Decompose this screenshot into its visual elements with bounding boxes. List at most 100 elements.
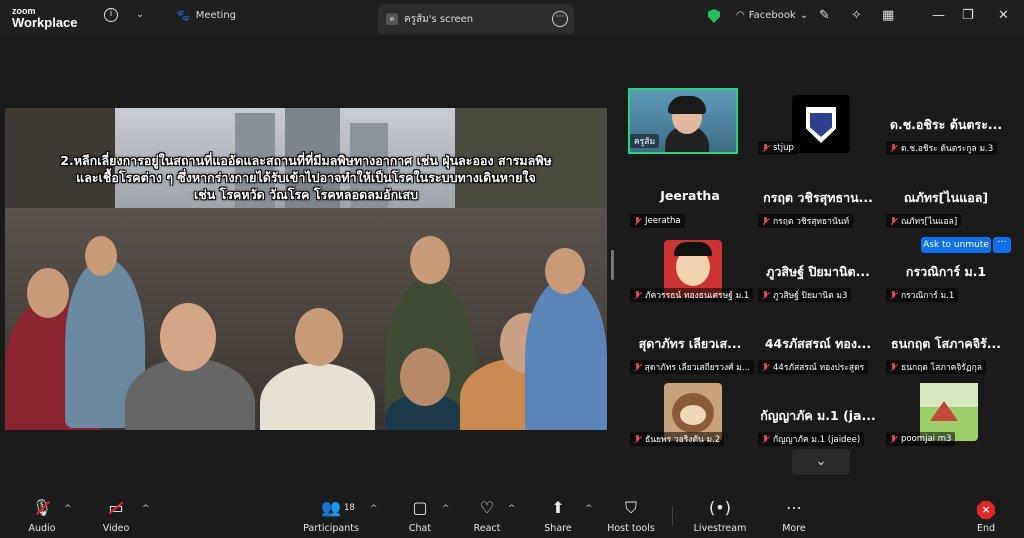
participant-tile[interactable]: stjup <box>756 95 880 165</box>
participant-tile[interactable]: ภูวสิษฐ์ ปิยมานิต... ภูวสิษฐ์ ปิยมานิต ม… <box>756 242 880 312</box>
more-label: More <box>782 523 806 534</box>
end-meeting-button[interactable]: × End <box>966 497 1006 534</box>
share-button[interactable]: ⬆ Share <box>538 497 578 534</box>
participant-tile[interactable]: กัญญาภัค ม.1 (ja... กัญญาภัค ม.1 (jaidee… <box>756 386 880 456</box>
participant-name: กรฤต วชิรสุทธานันท์ <box>773 217 850 227</box>
react-options-caret-icon[interactable]: ^ <box>508 504 516 514</box>
participant-name-tag: ภูวสิษฐ์ ปิยมานิต ม3 <box>758 288 852 302</box>
caption-line: เช่น โรคหวัด วัณโรค โรคหลอดลมอักเสบ <box>193 187 419 202</box>
participant-tile[interactable]: ครูส้ม <box>612 88 738 165</box>
participant-name: กรวณิการ์ ม.1 <box>901 291 955 301</box>
participant-display-name: ธนกฤต โสภาคจิรั... <box>890 336 1002 351</box>
mic-muted-icon <box>890 143 897 153</box>
mic-muted-icon <box>890 362 897 372</box>
participant-name: ธนกฤต โสภาคจิรัฏกุล <box>901 363 982 373</box>
audio-button[interactable]: 🎙 Audio <box>22 497 62 534</box>
livestream-icon: (•) <box>709 498 731 517</box>
participant-tile[interactable]: ธนกฤต โสภาคจิรั... ธนกฤต โสภาคจิรัฏกุล <box>884 314 1008 384</box>
participant-name-tag: Jeeratha <box>630 214 685 228</box>
layout-view-icon[interactable]: ▦ <box>882 8 894 23</box>
video-options-caret-icon[interactable]: ^ <box>142 504 150 514</box>
participants-button[interactable]: 👥 18 Participants <box>302 497 360 534</box>
shared-screen[interactable]: 2.หลีกเลี่ยงการอยู่ในสถานที่แออัดและสถาน… <box>5 108 607 430</box>
meeting-tab[interactable]: 🐾 Meeting <box>176 9 236 22</box>
share-screen-icon: ⬆ <box>551 498 565 517</box>
participant-tile[interactable]: Jeeratha Jeeratha <box>628 168 752 238</box>
end-label: End <box>976 523 996 534</box>
participant-display-name: กัญญาภัค ม.1 (ja... <box>760 408 876 423</box>
participant-tile[interactable]: กรวณิการ์ ม.1 กรวณิการ์ ม.1 <box>884 242 1008 312</box>
paw-icon: 🐾 <box>176 9 190 22</box>
more-options-icon[interactable]: ··· <box>552 11 568 27</box>
participant-display-name: ภูวสิษฐ์ ปิยมานิต... <box>766 264 870 279</box>
participant-display-name: กรวณิการ์ ม.1 <box>905 264 987 279</box>
react-label: React <box>473 523 501 534</box>
react-button[interactable]: ♡ React <box>467 497 507 534</box>
participant-tile[interactable]: ด.ช.อชิระ ต้นตระ... ด.ช.อชิระ ต้นตระกูล … <box>884 95 1008 165</box>
audio-options-caret-icon[interactable]: ^ <box>64 504 72 514</box>
participant-display-name: 44รภัสสรณ์ ทอง... <box>764 336 872 351</box>
participant-name-tag: กรฤต วชิรสุทธานันท์ <box>758 214 854 228</box>
mic-muted-icon <box>634 434 641 444</box>
participant-tile[interactable]: 44รภัสสรณ์ ทอง... 44รภัสสรณ์ ทองประสูตร <box>756 314 880 384</box>
share-options-caret-icon[interactable]: ^ <box>585 504 593 514</box>
participants-options-caret-icon[interactable]: ^ <box>370 504 378 514</box>
person-face <box>295 308 343 366</box>
participant-name-tag: ด.ช.อชิระ ต้นตระกูล ม.3 <box>886 141 998 155</box>
participant-tile[interactable]: ณภัทร[ไนแอล] ณภัทร[ไนแอล] <box>884 168 1008 238</box>
minimize-icon[interactable]: — <box>932 8 945 23</box>
chat-button[interactable]: ▢ Chat <box>400 497 440 534</box>
chevron-down-icon: ⌄ <box>799 10 809 21</box>
school-crest-avatar <box>792 95 850 153</box>
participant-name-tag: สุดาภัทร เลียวเสถียรวงศ์ ม... <box>630 360 754 374</box>
person-face <box>85 236 117 276</box>
heart-icon: ♡ <box>479 498 495 517</box>
video-button[interactable]: ▭ Video <box>96 497 136 534</box>
livestream-button[interactable]: (•) Livestream <box>692 497 748 534</box>
caption-line: และเชื้อโรคต่าง ๆ ซึ่งหากร่างกายได้รับเข… <box>76 170 536 185</box>
mic-muted-icon <box>890 290 897 300</box>
more-button[interactable]: ⋯ More <box>774 497 814 534</box>
participant-tile[interactable]: poomjai m3 <box>884 383 1008 456</box>
screen-share-tab[interactable]: ค ครูส้ม's screen ··· <box>378 4 574 34</box>
close-icon[interactable]: ✕ <box>998 8 1009 23</box>
ellipsis-icon: ⋯ <box>786 498 802 517</box>
mic-muted-icon <box>890 434 897 444</box>
mic-muted-icon <box>890 216 897 226</box>
annotate-pen-icon[interactable]: ✎ <box>819 8 830 23</box>
participant-name: ครูส้ม <box>634 137 656 147</box>
sparkle-ai-icon[interactable]: ✧ <box>851 8 862 23</box>
participant-display-name: กรฤต วชิรสุทธาน... <box>763 190 873 205</box>
livestream-facebook-menu[interactable]: ◠ Facebook ⌄ <box>736 10 808 21</box>
participant-display-name: Jeeratha <box>660 188 720 203</box>
restore-window-icon[interactable]: ❐ <box>962 8 974 23</box>
gallery-next-page-button[interactable]: ⌄ <box>792 449 850 475</box>
participant-tile[interactable]: ภัควรรธน์ ทองธนเศรษฐ์ ม.1 <box>628 240 754 312</box>
participant-name: Jeeratha <box>645 216 681 226</box>
participant-name-tag: ภัควรรธน์ ทองธนเศรษฐ์ ม.1 <box>630 288 754 302</box>
participant-name-tag: ธนกฤต โสภาคจิรัฏกุล <box>886 360 986 374</box>
participant-display-name: ด.ช.อชิระ ต้นตระ... <box>889 117 1003 132</box>
participant-name-tag: กัญญาภัค ม.1 (jaidee) <box>758 432 865 446</box>
split-resize-handle[interactable] <box>611 250 614 280</box>
slide-caption: 2.หลีกเลี่ยงการอยู่ในสถานที่แออัดและสถาน… <box>5 152 607 203</box>
participant-name-tag: poomjai m3 <box>886 432 956 446</box>
participant-name: ภัควรรธน์ ทองธนเศรษฐ์ ม.1 <box>645 291 750 301</box>
chevron-down-icon[interactable]: ⌄ <box>136 9 144 20</box>
chat-options-caret-icon[interactable]: ^ <box>442 504 450 514</box>
mic-muted-icon <box>762 434 769 444</box>
video-off-icon: ▭ <box>96 497 136 519</box>
chevron-down-icon: ⌄ <box>815 453 827 469</box>
screen-share-tab-title: ครูส้ม's screen <box>404 13 474 25</box>
meeting-info-icon[interactable]: i <box>104 8 118 22</box>
participant-tile[interactable]: กรฤต วชิรสุทธาน... กรฤต วชิรสุทธานันท์ <box>756 168 880 238</box>
participant-name: poomjai m3 <box>901 434 952 444</box>
security-shield-icon[interactable] <box>708 9 720 23</box>
participant-name: stjup <box>773 143 794 153</box>
participant-tile[interactable]: ธันยพร วอริงตัน ม.2 <box>628 383 752 456</box>
mic-muted-icon <box>634 290 641 300</box>
participant-name-tag: กรวณิการ์ ม.1 <box>886 288 959 302</box>
mic-muted-icon <box>762 143 769 153</box>
participant-tile[interactable]: สุดาภัทร เลียวเส... สุดาภัทร เลียวเสถียร… <box>628 314 754 384</box>
host-tools-button[interactable]: ⛉ Host tools <box>603 497 659 534</box>
